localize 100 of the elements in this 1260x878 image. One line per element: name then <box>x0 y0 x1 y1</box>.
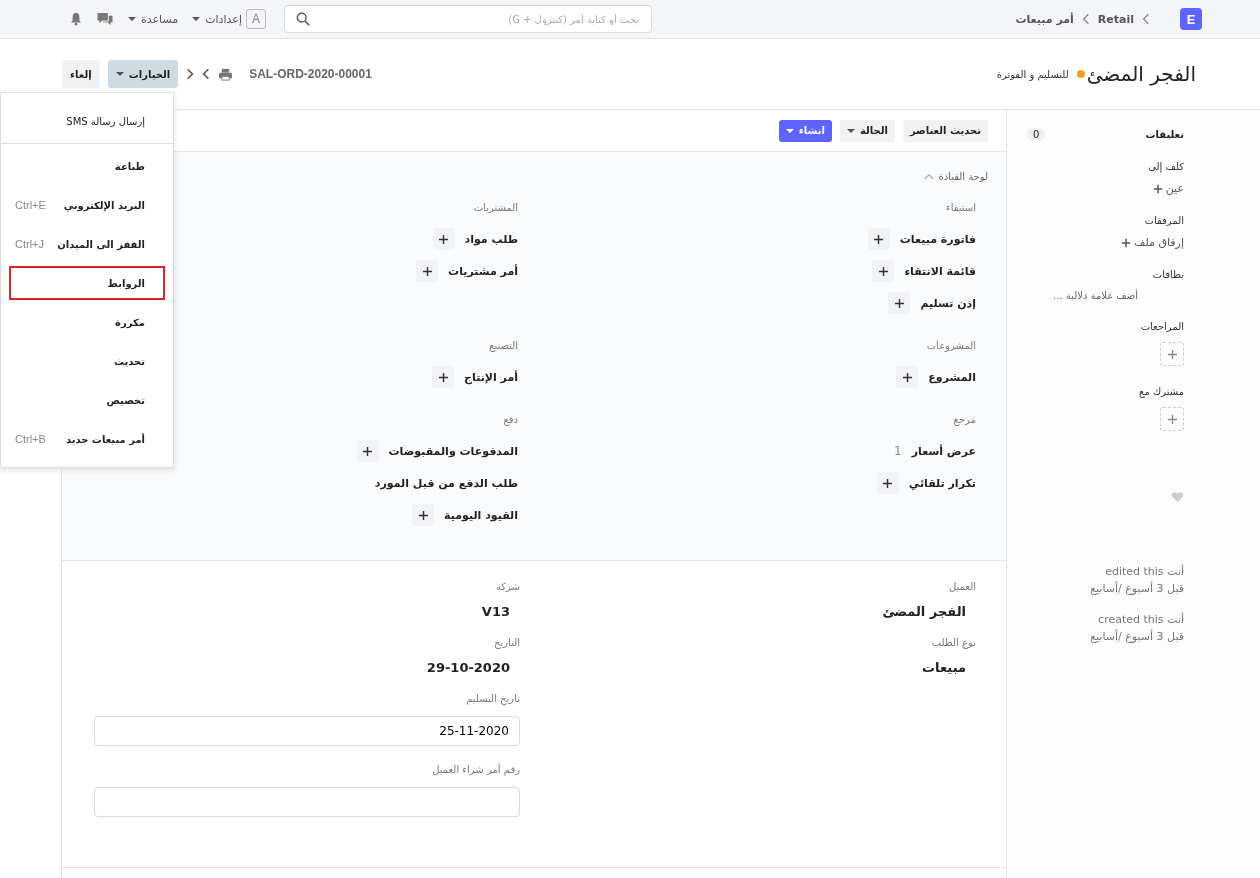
group-heading: دفع <box>503 414 518 425</box>
sidebar-add-link[interactable]: إرفاق ملف <box>1121 236 1184 249</box>
group-heading: المشتريات <box>473 202 518 213</box>
nav-menu-dropdown[interactable]: إعدادات <box>192 12 242 26</box>
activity-time: قبل 3 أسبوع /أسابيع <box>1089 580 1184 597</box>
add-button[interactable] <box>432 228 455 250</box>
document-link[interactable]: القيود اليومية <box>444 508 518 522</box>
menu-item[interactable]: تخصيص <box>9 383 165 417</box>
field-value: V13 <box>480 604 511 619</box>
sidebar-heading: كلف إلى <box>1147 161 1184 172</box>
add-button[interactable] <box>432 366 455 388</box>
document-count: 1 <box>894 444 902 458</box>
bell-icon[interactable] <box>70 12 82 26</box>
activity-text: أنت created this <box>1097 611 1184 628</box>
breadcrumb-link[interactable]: أمر مبيعات <box>1015 12 1074 26</box>
plus-icon <box>438 233 450 245</box>
menu-item[interactable]: تحديث <box>9 344 165 378</box>
page-title: الفجر المضئ <box>1086 62 1196 86</box>
toolbar-button[interactable]: الحالة <box>839 119 895 142</box>
document-link[interactable]: أمر مشتريات <box>448 264 518 278</box>
plus-icon <box>421 265 433 277</box>
field-label: التاريخ <box>493 637 520 648</box>
plus-icon <box>901 371 913 383</box>
activity-time: قبل 3 أسبوع /أسابيع <box>1089 628 1184 645</box>
field-label: رقم أمر شراء العميل <box>431 764 520 775</box>
field-label: تاريخ التسليم <box>465 693 520 704</box>
sidebar-heading: بطاقات <box>1151 269 1184 280</box>
plus-icon <box>437 371 449 383</box>
group-heading: التصنيع <box>489 340 518 351</box>
add-button[interactable] <box>876 472 899 494</box>
document-link[interactable]: طلب الدفع من قبل المورد <box>374 476 518 490</box>
document-link[interactable]: المشروع <box>928 370 976 384</box>
add-tag-link[interactable]: أضف علامة دلالية ... <box>1027 290 1184 301</box>
plus-icon <box>873 233 885 245</box>
field-label: العميل <box>947 581 976 592</box>
add-button[interactable] <box>412 504 435 526</box>
add-button[interactable] <box>872 260 895 282</box>
plus-icon <box>1121 237 1132 248</box>
plus-icon <box>417 509 429 521</box>
field-value: 29-10-2020 <box>425 660 511 675</box>
menu-item[interactable]: الروابط <box>9 266 165 300</box>
status-label: للتسليم و الفوترة <box>996 68 1069 80</box>
menu-item[interactable]: طباعة <box>9 149 165 183</box>
group-heading: مرجع <box>953 414 976 425</box>
field-label: شركة <box>494 581 520 592</box>
group-heading: استيفاء <box>946 202 976 213</box>
sidebar-heading: المراجعات <box>1139 321 1184 332</box>
plus-icon <box>362 445 373 457</box>
status-dot <box>1076 70 1085 78</box>
dashboard-toggle[interactable]: لوحة القيادة <box>924 171 988 182</box>
options-button[interactable]: الخيارات <box>107 60 179 88</box>
print-icon[interactable] <box>218 67 234 81</box>
chat-icon[interactable] <box>96 11 114 27</box>
toolbar-button[interactable]: تحديث العناصر <box>902 119 988 142</box>
cancel-button[interactable]: إلغاء <box>62 60 100 88</box>
document-link[interactable]: فاتورة مبيعات <box>899 232 976 246</box>
menu-item[interactable]: إرسال رسالة SMS <box>1 104 165 138</box>
menu-item[interactable]: مكررة <box>9 305 165 339</box>
add-button[interactable] <box>896 366 919 388</box>
field-value: الفجر المضئ <box>881 604 967 619</box>
next-icon[interactable] <box>202 68 211 80</box>
document-link[interactable]: المدفوعات والمقبوضات <box>388 444 518 458</box>
previous-icon[interactable] <box>186 68 195 80</box>
chevron-up-icon <box>924 173 935 180</box>
sidebar-heading: المرفقات <box>1143 215 1184 226</box>
plus-icon <box>882 477 894 489</box>
breadcrumb-link[interactable]: Retail <box>1097 12 1134 26</box>
toolbar-button[interactable]: انشاء <box>778 119 832 142</box>
search-icon <box>295 12 310 26</box>
chevron-left-icon <box>1081 13 1090 25</box>
input-field[interactable]: 25-11-2020 <box>94 716 520 746</box>
add-button[interactable] <box>356 440 379 462</box>
plus-icon <box>893 297 905 309</box>
field-value: مبيعات <box>921 660 967 675</box>
add-button[interactable] <box>867 228 890 250</box>
activity-text: أنت edited this <box>1104 563 1184 580</box>
document-link[interactable]: قائمة الانتقاء <box>904 264 976 278</box>
plus-icon <box>1166 348 1178 360</box>
document-link[interactable]: طلب مواد <box>464 232 518 246</box>
plus-icon <box>1152 183 1163 194</box>
app-logo[interactable]: E <box>1180 8 1202 30</box>
plus-icon <box>877 265 889 277</box>
document-link[interactable]: تكرار تلقائي <box>908 476 976 490</box>
document-id: SAL-ORD-2020-00001 <box>249 67 372 81</box>
comment-count: 0 <box>1027 128 1046 141</box>
sidebar-add-link[interactable]: عين <box>1152 182 1184 195</box>
add-user-button[interactable] <box>1160 407 1184 431</box>
document-link[interactable]: إذن تسليم <box>920 296 976 310</box>
plus-icon <box>1166 413 1178 425</box>
group-heading: المشروعات <box>926 340 976 351</box>
document-link[interactable]: أمر الإنتاج <box>464 370 518 384</box>
add-button[interactable] <box>888 292 911 314</box>
nav-menu-dropdown[interactable]: مساعدة <box>128 12 179 26</box>
chevron-left-icon <box>1142 13 1150 25</box>
input-field[interactable] <box>94 787 520 817</box>
field-label: نوع الطلب <box>930 637 976 648</box>
add-button[interactable] <box>416 260 439 282</box>
add-user-button[interactable] <box>1160 342 1184 366</box>
document-link[interactable]: عرض أسعار <box>911 444 976 458</box>
sidebar-heading: مشترك مع <box>1138 386 1184 397</box>
